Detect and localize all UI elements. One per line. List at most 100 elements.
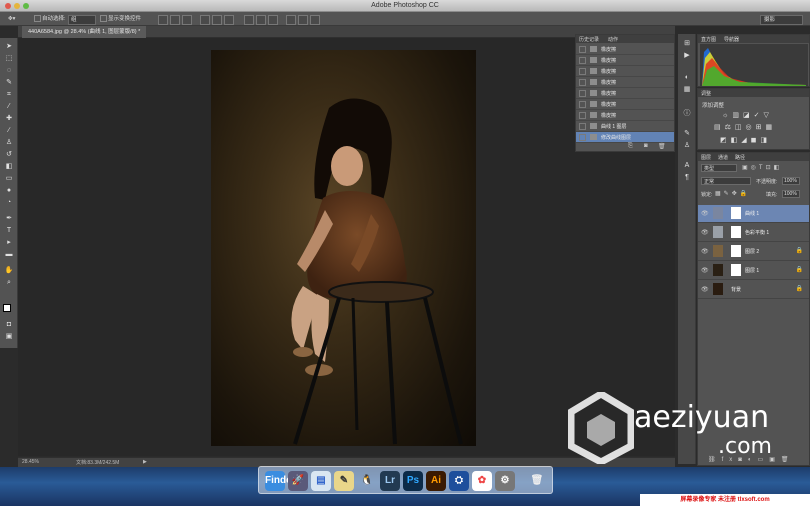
move-tool-icon[interactable]: ➤: [3, 42, 15, 52]
lasso-tool-icon[interactable]: ◌: [3, 66, 15, 76]
path-select-tool-icon[interactable]: ▸: [3, 238, 15, 248]
visibility-eye-icon[interactable]: 👁: [701, 286, 709, 293]
tab-adjustments[interactable]: 调整: [701, 90, 711, 97]
character-panel-icon[interactable]: A: [682, 162, 692, 170]
clone-stamp-tool-icon[interactable]: ♙: [3, 138, 15, 148]
align-hcenter-button[interactable]: [212, 15, 222, 25]
opacity-field[interactable]: 100%: [782, 177, 800, 185]
dock-app-photoshop[interactable]: Ps: [403, 471, 423, 491]
dodge-tool-icon[interactable]: ◔: [3, 198, 15, 208]
distribute-hcenter-button[interactable]: [298, 15, 308, 25]
new-document-from-state-icon[interactable]: ⎘: [628, 143, 633, 150]
dock-app-system-preferences[interactable]: ⚙: [495, 471, 515, 491]
distribute-top-button[interactable]: [244, 15, 254, 25]
tab-navigator[interactable]: 导航器: [724, 36, 739, 43]
shape-tool-icon[interactable]: ▬: [3, 250, 15, 260]
tab-channels[interactable]: 通道: [718, 154, 728, 161]
distribute-right-button[interactable]: [310, 15, 320, 25]
trash-icon[interactable]: 🗑: [658, 143, 666, 150]
document-image[interactable]: [211, 50, 476, 446]
history-snapshot-checkbox[interactable]: [579, 112, 586, 119]
layer-row[interactable]: 👁 色彩平衡 1: [698, 224, 809, 242]
crop-tool-icon[interactable]: ⌗: [3, 90, 15, 100]
dock-app-illustrator[interactable]: Ai: [426, 471, 446, 491]
align-vcenter-button[interactable]: [170, 15, 180, 25]
fill-field[interactable]: 100%: [782, 190, 800, 198]
dock-app-launchpad[interactable]: 🚀: [288, 471, 308, 491]
layer-filter-icons[interactable]: ▣◎T⊡◧: [742, 164, 782, 171]
layer-mask-thumbnail[interactable]: [731, 245, 741, 257]
adjustment-icons-row-2[interactable]: ▤⚖◫◎⊞▦: [714, 123, 776, 131]
align-left-button[interactable]: [200, 15, 210, 25]
history-state[interactable]: 橡皮擦: [576, 99, 674, 110]
distribute-vcenter-button[interactable]: [256, 15, 266, 25]
visibility-eye-icon[interactable]: 👁: [701, 229, 709, 236]
eyedropper-tool-icon[interactable]: ⁄: [3, 102, 15, 112]
layer-name[interactable]: 背景: [731, 286, 741, 293]
tab-history[interactable]: 历史记录: [579, 36, 599, 43]
gradient-tool-icon[interactable]: ▭: [3, 174, 15, 184]
paragraph-panel-icon[interactable]: ¶: [682, 174, 692, 182]
dock-app-script[interactable]: ✎: [334, 471, 354, 491]
quick-mask-icon[interactable]: ◘: [3, 320, 15, 330]
dock-app-disk-utility[interactable]: ⛭: [449, 471, 469, 491]
history-snapshot-checkbox[interactable]: [579, 68, 586, 75]
screen-mode-icon[interactable]: ▣: [3, 332, 15, 342]
pen-tool-icon[interactable]: ✒: [3, 214, 15, 224]
workspace-dropdown[interactable]: 摄影: [760, 15, 803, 25]
layer-filter-dropdown[interactable]: 类型: [701, 164, 737, 172]
dock-app-photos[interactable]: ✿: [472, 471, 492, 491]
history-state[interactable]: 橡皮擦: [576, 110, 674, 121]
layer-row[interactable]: 👁 图层 1 🔒: [698, 262, 809, 280]
type-tool-icon[interactable]: T: [3, 226, 15, 236]
align-bottom-button[interactable]: [182, 15, 192, 25]
layer-mask-thumbnail[interactable]: [731, 226, 741, 238]
eraser-tool-icon[interactable]: ◧: [3, 162, 15, 172]
history-panel-icon[interactable]: ⊞: [682, 40, 692, 48]
adjustment-icons-row-1[interactable]: ☼▥◪✓▽: [722, 111, 773, 119]
dock-app-preview[interactable]: ▤: [311, 471, 331, 491]
document-tab[interactable]: 440A6584.jpg @ 28.4% (曲线 1, 图层蒙版/8) *: [22, 26, 147, 38]
tab-layers[interactable]: 图层: [701, 154, 711, 161]
hand-tool-icon[interactable]: ✋: [3, 266, 15, 276]
layer-mask-thumbnail[interactable]: [731, 264, 741, 276]
tab-paths[interactable]: 路径: [735, 154, 745, 161]
history-snapshot-checkbox[interactable]: [579, 123, 586, 130]
status-menu-arrow-icon[interactable]: ▶: [143, 459, 147, 465]
dock-app-trash[interactable]: 🗑: [527, 471, 547, 491]
healing-brush-tool-icon[interactable]: ✚: [3, 114, 15, 124]
snapshot-icon[interactable]: ◙: [644, 143, 648, 149]
history-state[interactable]: 橡皮擦: [576, 66, 674, 77]
zoom-tool-icon[interactable]: ⌕: [3, 278, 15, 288]
lock-icons[interactable]: ▦✎✥🔒: [715, 190, 750, 197]
layer-name[interactable]: 图层 2: [745, 248, 759, 255]
brush-tool-icon[interactable]: ∕: [3, 126, 15, 136]
foreground-color-swatch[interactable]: [3, 304, 11, 312]
tab-actions[interactable]: 动作: [608, 36, 618, 43]
history-state[interactable]: 曲线 1 图层: [576, 121, 674, 132]
marquee-tool-icon[interactable]: ⬚: [3, 54, 15, 64]
adjustment-icons-row-3[interactable]: ◩◧◢◼◨: [720, 136, 771, 144]
clone-source-icon[interactable]: ♙: [682, 142, 692, 150]
layer-name[interactable]: 色彩平衡 1: [745, 229, 769, 236]
history-snapshot-checkbox[interactable]: [579, 101, 586, 108]
history-snapshot-checkbox[interactable]: [579, 134, 586, 141]
blur-tool-icon[interactable]: ●: [3, 186, 15, 196]
history-snapshot-checkbox[interactable]: [579, 79, 586, 86]
tab-histogram[interactable]: 直方图: [701, 36, 716, 43]
blend-mode-dropdown[interactable]: 正常: [701, 177, 751, 185]
history-snapshot-checkbox[interactable]: [579, 57, 586, 64]
layer-row[interactable]: 👁 背景 🔒: [698, 281, 809, 299]
actions-panel-icon[interactable]: ▶: [682, 52, 692, 60]
swatches-panel-icon[interactable]: ▦: [682, 86, 692, 94]
visibility-eye-icon[interactable]: 👁: [701, 248, 709, 255]
distribute-left-button[interactable]: [286, 15, 296, 25]
brush-panel-icon[interactable]: ✎: [682, 130, 692, 138]
history-snapshot-checkbox[interactable]: [579, 90, 586, 97]
info-panel-icon[interactable]: ⓘ: [682, 110, 692, 118]
layer-mask-thumbnail[interactable]: [731, 207, 741, 219]
move-tool-icon[interactable]: ✥▾: [8, 15, 15, 23]
history-state[interactable]: 修改曲线图层: [576, 132, 674, 143]
history-snapshot-checkbox[interactable]: [579, 46, 586, 53]
layer-row[interactable]: 👁 曲线 1: [698, 205, 809, 223]
